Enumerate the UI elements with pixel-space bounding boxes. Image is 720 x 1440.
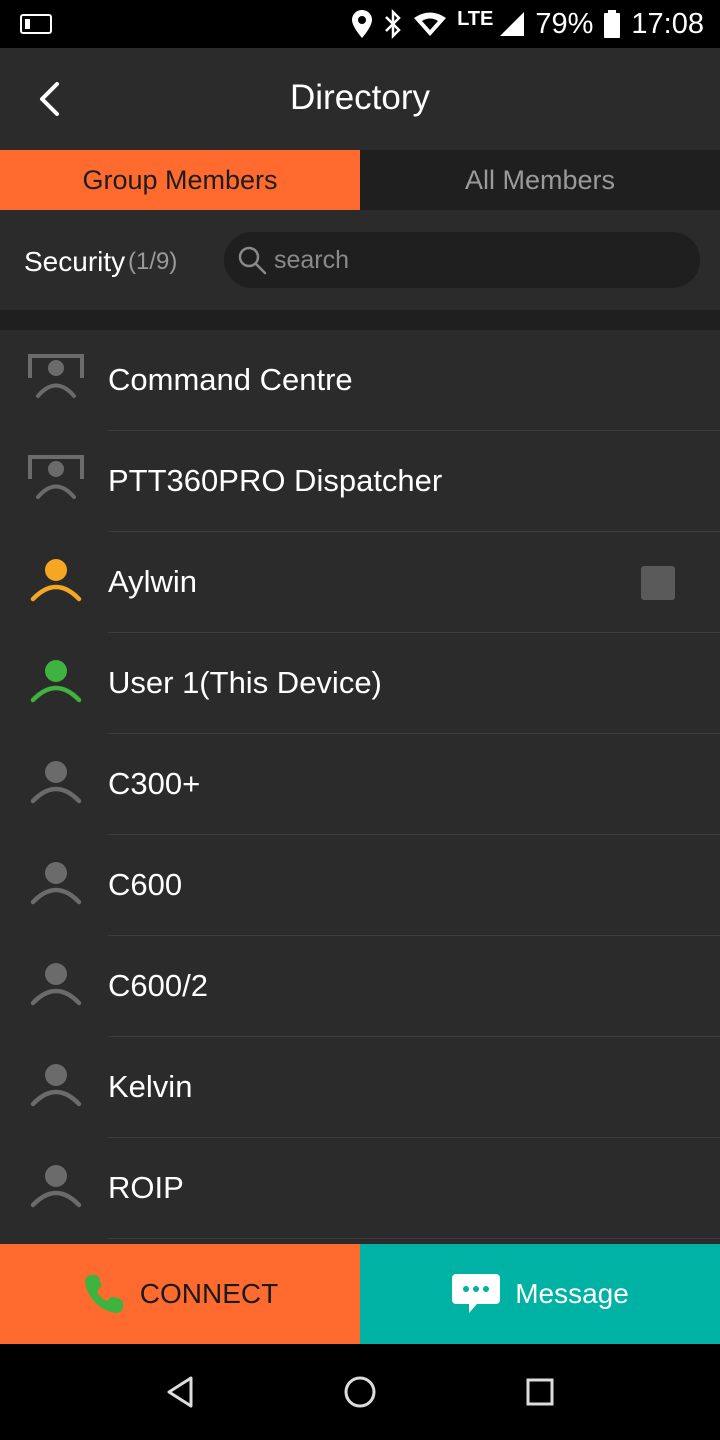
member-name: Command Centre bbox=[108, 362, 353, 397]
group-count: (1/9) bbox=[128, 248, 178, 275]
member-name: Kelvin bbox=[108, 1069, 193, 1104]
member-name: ROIP bbox=[108, 1170, 184, 1205]
user-icon bbox=[26, 756, 86, 812]
location-icon bbox=[351, 9, 373, 39]
list-item[interactable]: Command Centre bbox=[0, 330, 720, 431]
wifi-icon bbox=[413, 11, 447, 37]
battery-icon bbox=[603, 9, 621, 39]
member-name: Aylwin bbox=[108, 564, 198, 599]
list-item[interactable]: C600/2 bbox=[0, 936, 720, 1037]
user-icon bbox=[26, 655, 86, 711]
clock: 17:08 bbox=[631, 7, 704, 40]
action-bar: CONNECT Message bbox=[0, 1244, 720, 1344]
select-checkbox[interactable] bbox=[641, 566, 675, 600]
tab-bar: Group Members All Members bbox=[0, 150, 720, 210]
member-name: C600/2 bbox=[108, 968, 208, 1003]
tab-all-members[interactable]: All Members bbox=[360, 150, 720, 210]
message-button[interactable]: Message bbox=[360, 1244, 720, 1344]
battery-percentage: 79% bbox=[535, 7, 594, 40]
phone-icon bbox=[84, 1275, 123, 1313]
filter-row: Security (1/9) bbox=[0, 210, 720, 310]
tab-group-members[interactable]: Group Members bbox=[0, 150, 360, 210]
divider bbox=[0, 310, 720, 330]
dispatcher-icon bbox=[26, 453, 86, 509]
user-icon bbox=[26, 857, 86, 913]
app-bar: Directory bbox=[0, 48, 720, 150]
signal-icon bbox=[499, 11, 525, 37]
nav-back-button[interactable] bbox=[160, 1372, 200, 1412]
member-name: C300+ bbox=[108, 766, 201, 801]
bluetooth-icon bbox=[383, 9, 403, 39]
member-list[interactable]: Command Centre PTT360PRO Dispatcher Aylw… bbox=[0, 330, 720, 1244]
user-icon bbox=[26, 958, 86, 1014]
row-divider bbox=[108, 1238, 720, 1239]
system-nav-bar bbox=[0, 1344, 720, 1440]
circle-home-icon bbox=[344, 1376, 376, 1408]
connect-button[interactable]: CONNECT bbox=[0, 1244, 360, 1344]
member-name: PTT360PRO Dispatcher bbox=[108, 463, 443, 498]
user-icon bbox=[26, 1059, 86, 1115]
app-notification-icon bbox=[20, 14, 52, 34]
page-title: Directory bbox=[289, 78, 431, 117]
list-item[interactable]: ROIP bbox=[0, 1138, 720, 1239]
network-type: LTE bbox=[457, 7, 494, 30]
user-icon bbox=[26, 554, 86, 610]
dispatcher-icon bbox=[26, 352, 86, 408]
nav-home-button[interactable] bbox=[340, 1372, 380, 1412]
list-item[interactable]: Aylwin bbox=[0, 532, 720, 633]
list-item[interactable]: PTT360PRO Dispatcher bbox=[0, 431, 720, 532]
member-name: C600 bbox=[108, 867, 183, 902]
group-name[interactable]: Security bbox=[24, 246, 125, 278]
member-name: User 1(This Device) bbox=[108, 665, 382, 700]
list-item[interactable]: Kelvin bbox=[0, 1037, 720, 1138]
list-item[interactable]: C300+ bbox=[0, 734, 720, 835]
list-item[interactable]: C600 bbox=[0, 835, 720, 936]
message-label: Message bbox=[515, 1278, 629, 1309]
search-input[interactable] bbox=[274, 232, 674, 288]
nav-recents-button[interactable] bbox=[520, 1372, 560, 1412]
search-icon bbox=[238, 246, 267, 275]
square-recents-icon bbox=[526, 1378, 554, 1406]
connect-label: CONNECT bbox=[139, 1278, 279, 1309]
search-box[interactable] bbox=[224, 232, 700, 288]
list-item[interactable]: User 1(This Device) bbox=[0, 633, 720, 734]
status-bar: LTE 79% 17:08 bbox=[0, 0, 720, 48]
user-icon bbox=[26, 1160, 86, 1216]
chat-bubble-icon bbox=[452, 1274, 501, 1313]
triangle-back-icon bbox=[167, 1376, 193, 1408]
